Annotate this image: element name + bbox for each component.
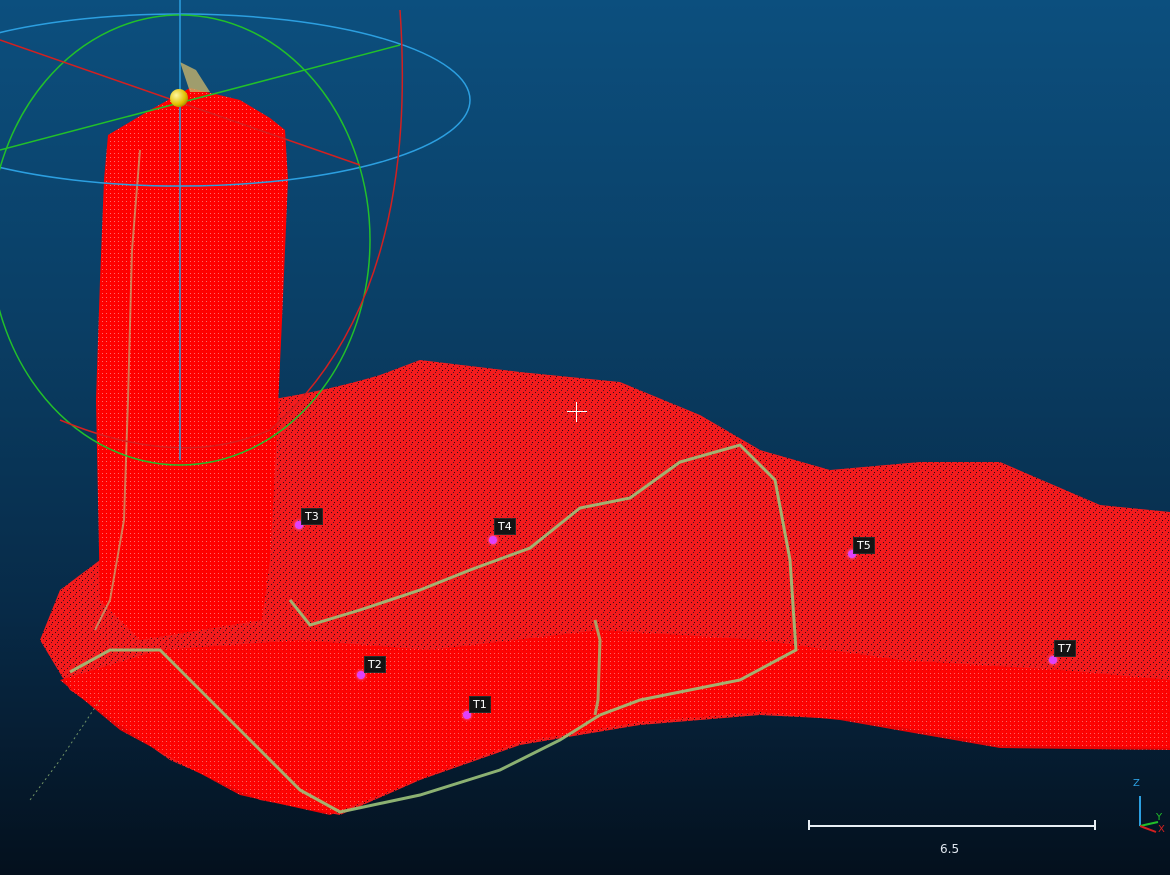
point-cloud-scene [0, 0, 1170, 815]
target-label-t4: T4 [494, 518, 516, 535]
target-marker-t7[interactable] [1049, 656, 1057, 664]
rotation-pivot-sphere[interactable] [170, 89, 188, 107]
target-label-t3: T3 [301, 508, 323, 525]
crosshair-cursor [567, 402, 587, 422]
point-cloud-shaft [96, 88, 288, 640]
target-marker-t4[interactable] [489, 536, 497, 544]
target-label-t5: T5 [853, 537, 875, 554]
scale-bar-label: 6.5 [940, 842, 960, 856]
target-label-t7: T7 [1054, 640, 1076, 657]
target-label-t2: T2 [364, 656, 386, 673]
axis-triad-icon: Z Y X [1128, 778, 1168, 838]
3d-viewport[interactable]: T3 T4 T5 T2 T1 T7 6.5 Z Y X [0, 0, 1170, 875]
scale-bar [808, 820, 1096, 830]
target-label-t1: T1 [469, 696, 491, 713]
